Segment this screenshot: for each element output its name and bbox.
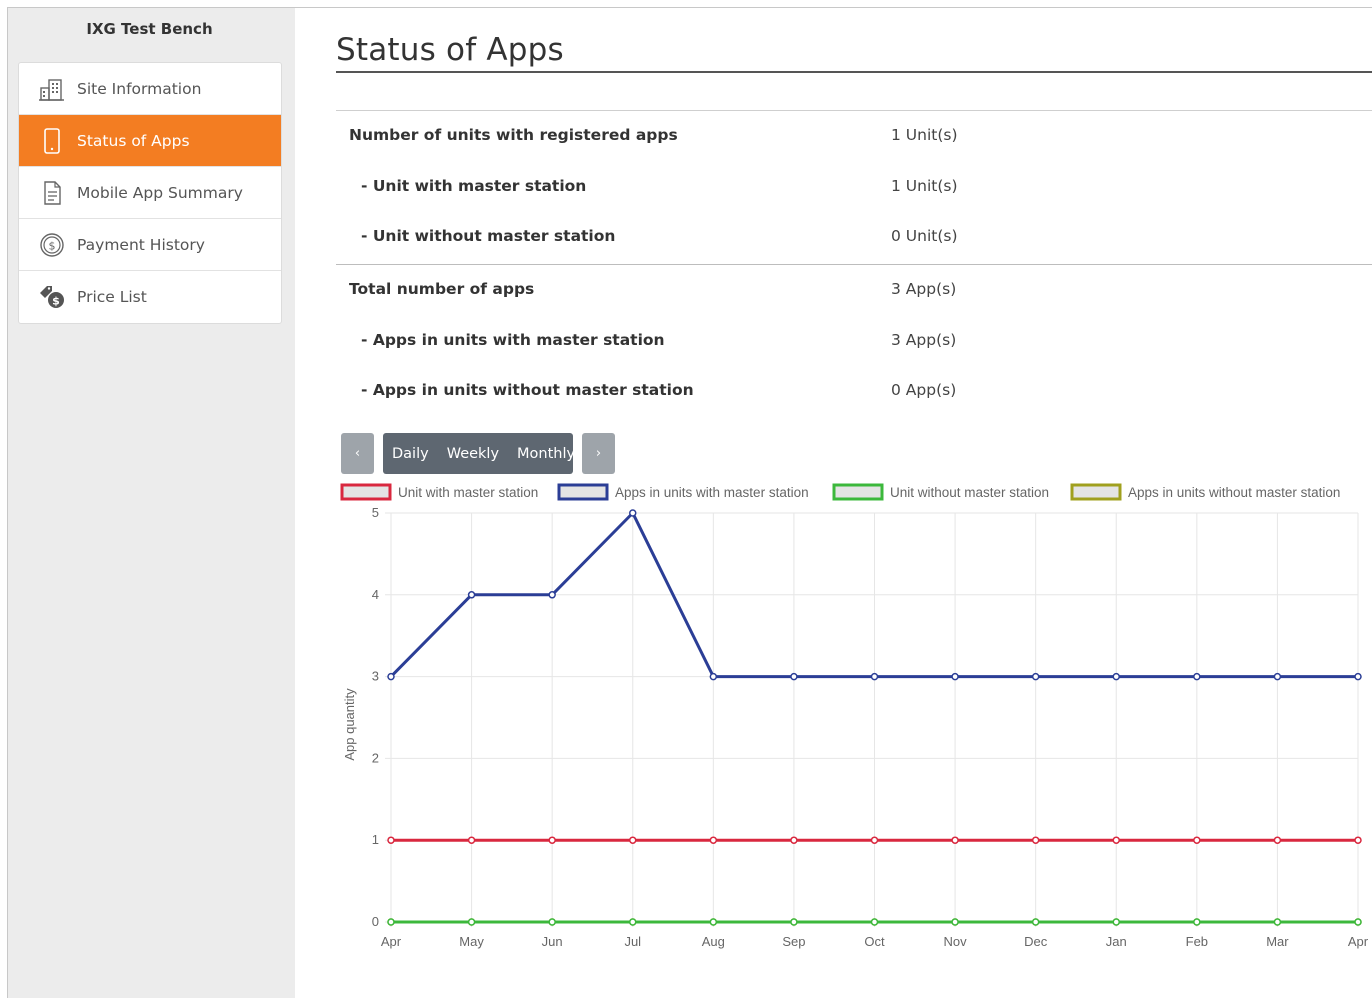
data-point xyxy=(1193,672,1201,681)
sidebar-item-label: Payment History xyxy=(77,235,205,254)
data-point xyxy=(790,918,798,926)
data-point xyxy=(951,918,959,926)
main-content: Status of Apps Number of units with regi… xyxy=(295,8,1372,998)
legend-label: Unit with master station xyxy=(398,485,538,500)
legend-swatch xyxy=(557,483,609,501)
y-tick-label: 2 xyxy=(372,750,379,765)
data-point xyxy=(1112,918,1120,926)
dollar-circle-icon: $ xyxy=(37,230,67,260)
y-tick-label: 3 xyxy=(372,669,379,684)
data-point xyxy=(1273,672,1282,681)
legend-label: Apps in units without master station xyxy=(1128,485,1340,500)
y-axis-title: App quantity xyxy=(342,688,357,761)
svg-text:$: $ xyxy=(49,239,56,252)
legend-label: Unit without master station xyxy=(890,485,1049,500)
app-quantity-chart: 0 1 2 3 4 5 Apr May Jun Jul Aug Sep Oct Nov Dec Jan Feb M… xyxy=(340,483,1369,949)
data-point xyxy=(467,836,476,844)
data-point xyxy=(1031,918,1040,926)
svg-text:$: $ xyxy=(52,295,60,308)
y-tick-label: 0 xyxy=(372,914,379,929)
building-icon xyxy=(37,74,67,104)
sidebar-item-status-of-apps[interactable]: Status of Apps xyxy=(19,115,281,167)
x-tick-label: Apr xyxy=(381,934,402,949)
x-tick-label: Jun xyxy=(542,934,563,949)
data-point xyxy=(387,672,395,681)
sidebar-item-label: Site Information xyxy=(77,79,202,98)
data-point xyxy=(548,918,556,926)
sidebar-menu: Site Information Status of Apps Mobile A… xyxy=(18,62,282,324)
x-tick-label: Aug xyxy=(702,934,725,949)
x-tick-label: Jan xyxy=(1106,934,1127,949)
data-point xyxy=(1031,672,1040,681)
legend-swatch xyxy=(832,483,884,501)
data-point xyxy=(709,672,718,681)
data-point xyxy=(1354,918,1362,926)
data-point xyxy=(1193,918,1201,926)
sidebar-item-label: Price List xyxy=(77,288,147,306)
x-tick-label: May xyxy=(459,934,484,949)
y-tick-label: 4 xyxy=(372,587,379,602)
x-tick-label: Dec xyxy=(1024,934,1048,949)
data-point xyxy=(1031,836,1040,844)
data-point xyxy=(709,918,718,926)
sidebar-item-mobile-app-summary[interactable]: Mobile App Summary xyxy=(19,167,281,219)
data-point xyxy=(870,836,879,844)
data-point xyxy=(1193,836,1201,844)
data-point xyxy=(1273,918,1282,926)
data-point xyxy=(1112,672,1120,681)
data-point xyxy=(1112,836,1120,844)
legend-label: Apps in units with master station xyxy=(615,485,809,500)
document-icon xyxy=(37,178,67,208)
data-point xyxy=(1273,836,1282,844)
data-point xyxy=(629,509,637,517)
data-point xyxy=(951,672,959,681)
data-point xyxy=(548,591,556,599)
x-tick-label: Nov xyxy=(944,934,968,949)
sidebar-item-label: Status of Apps xyxy=(77,131,190,150)
price-tag-icon: $ xyxy=(37,282,67,312)
legend-swatch xyxy=(1070,483,1122,501)
data-point xyxy=(548,836,556,844)
legend-swatch xyxy=(340,483,392,501)
data-point xyxy=(790,836,798,844)
y-tick-label: 1 xyxy=(372,832,379,847)
data-point xyxy=(790,672,798,681)
x-tick-label: Jul xyxy=(624,934,641,949)
site-name: IXG Test Bench xyxy=(86,20,213,38)
data-point xyxy=(870,672,879,681)
x-tick-label: Oct xyxy=(864,934,885,949)
data-point xyxy=(467,591,476,599)
data-point xyxy=(709,836,718,844)
smartphone-icon xyxy=(37,126,67,156)
y-tick-label: 5 xyxy=(372,505,379,520)
x-tick-label: Apr xyxy=(1348,934,1369,949)
sidebar-item-label: Mobile App Summary xyxy=(77,183,243,202)
data-point xyxy=(387,836,395,844)
data-point xyxy=(387,918,395,926)
data-point xyxy=(629,918,637,926)
sidebar-item-payment-history[interactable]: $ Payment History xyxy=(19,219,281,271)
x-tick-label: Mar xyxy=(1266,934,1289,949)
x-tick-label: Sep xyxy=(782,934,805,949)
x-tick-label: Feb xyxy=(1186,934,1208,949)
sidebar-item-price-list[interactable]: $ Price List xyxy=(19,271,281,323)
app-window: IXG Test Bench Site Information Status o… xyxy=(0,0,1372,998)
sidebar-item-site-information[interactable]: Site Information xyxy=(19,63,281,115)
data-point xyxy=(1354,836,1362,844)
data-point xyxy=(951,836,959,844)
data-point xyxy=(467,918,476,926)
data-point xyxy=(1354,672,1362,681)
sidebar: IXG Test Bench Site Information Status o… xyxy=(8,8,295,998)
data-point xyxy=(870,918,879,926)
data-point xyxy=(629,836,637,844)
